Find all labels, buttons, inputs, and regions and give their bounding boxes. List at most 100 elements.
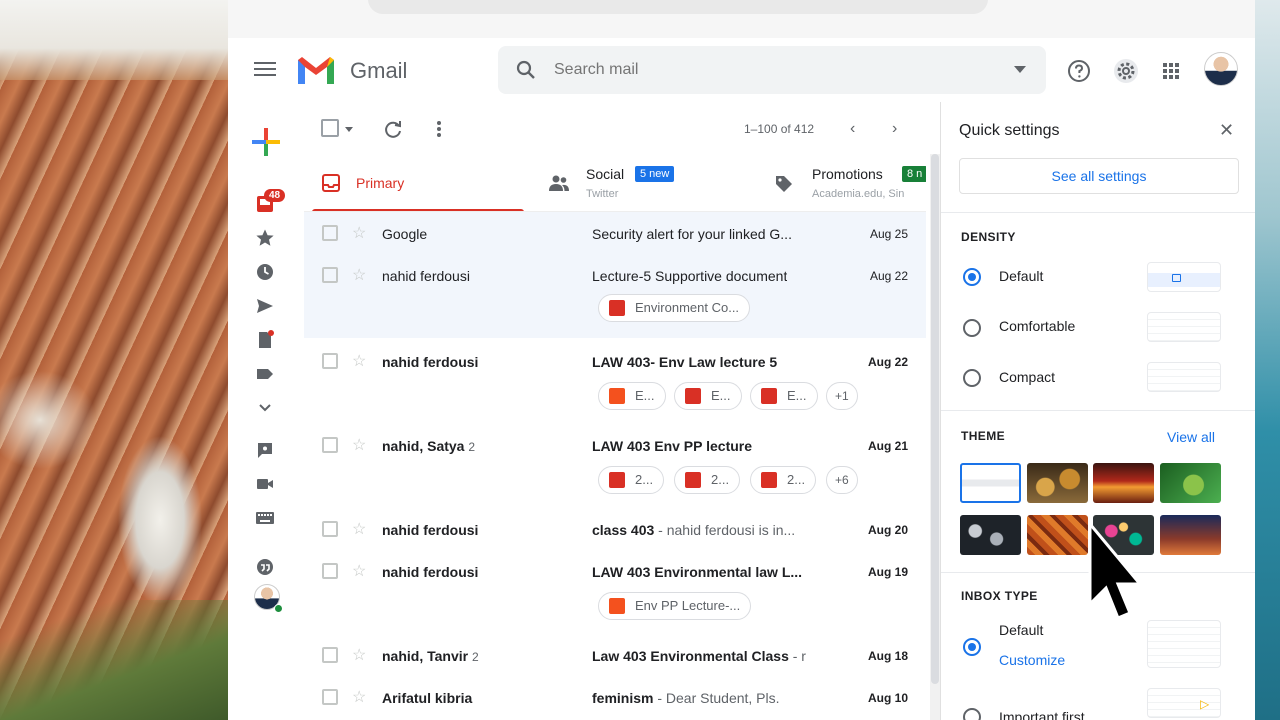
theme-autumn-thumb[interactable] [1027,515,1088,555]
inbox-default-label[interactable]: Default [999,622,1043,638]
row-checkbox[interactable] [322,689,338,705]
search-icon[interactable] [514,58,538,82]
see-all-settings-button[interactable]: See all settings [959,158,1239,194]
star-icon[interactable]: ☆ [352,351,366,371]
customize-link[interactable]: Customize [999,652,1065,668]
theme-landscape-thumb[interactable] [1160,515,1221,555]
refresh-icon[interactable] [382,118,404,140]
apps-icon[interactable] [1158,58,1184,84]
ppt-icon [609,598,625,614]
mail-row[interactable]: ☆ nahid ferdousi class 403 - nahid ferdo… [304,506,926,548]
chevron-right-icon[interactable]: › [892,120,897,138]
star-icon[interactable]: ☆ [352,645,366,665]
clock-icon[interactable] [255,262,275,282]
mail-row[interactable]: ☆ nahid, Tanvir 2 Law 403 Environmental … [304,632,926,674]
theme-spheres-thumb[interactable] [960,515,1021,555]
inbox-important-first-label[interactable]: Important first [999,709,1085,720]
row-checkbox[interactable] [322,353,338,369]
mail-row[interactable]: ☆ Arifatul kibria feminism - Dear Studen… [304,674,926,716]
star-icon[interactable]: ☆ [352,561,366,581]
chevron-left-icon[interactable]: ‹ [850,120,855,138]
star-icon[interactable]: ☆ [352,265,366,285]
doc-icon [1172,274,1181,282]
row-checkbox[interactable] [322,563,338,579]
attachment-chip[interactable]: E... [674,382,742,410]
label-icon[interactable] [255,364,275,384]
star-icon[interactable] [255,228,275,248]
mail-row[interactable]: ☆ nahid ferdousi LAW 403- Env Law lectur… [304,338,926,422]
settings-icon[interactable] [1113,58,1139,84]
keyboard-icon[interactable] [255,508,275,528]
more-attachments-chip[interactable]: +6 [826,466,858,494]
row-checkbox[interactable] [322,267,338,283]
attachment-chip[interactable]: Environment Co... [598,294,751,322]
inbox-important-first-preview[interactable]: ▷ [1147,688,1221,718]
mail-list-scrollbar[interactable] [930,154,940,720]
people-icon [549,175,569,191]
view-all-themes-link[interactable]: View all [1167,429,1215,445]
attachment-chip[interactable]: 2... [674,466,741,494]
send-icon[interactable] [255,296,275,316]
close-icon[interactable]: ✕ [1219,120,1234,141]
tab-promotions[interactable]: Promotions 8 n Academia.edu, Sin [760,154,926,211]
mail-row[interactable]: ☆ nahid, Satya 2 LAW 403 Env PP lecture … [304,422,926,506]
mail-row[interactable]: ☆ Google Security alert for your linked … [304,212,926,254]
density-comfortable-radio[interactable] [963,319,981,337]
attachment-chip[interactable]: 2... [750,466,817,494]
mail-sender: nahid, Satya 2 [382,438,475,454]
tab-primary[interactable]: Primary [304,154,532,211]
mail-sender: nahid, Tanvir 2 [382,648,479,664]
density-compact-label[interactable]: Compact [999,369,1055,385]
row-checkbox[interactable] [322,647,338,663]
theme-sunset-thumb[interactable] [1093,463,1154,503]
select-dropdown-chevron-icon[interactable] [344,124,354,134]
chat-icon[interactable] [255,440,275,460]
search-options-chevron-icon[interactable] [1014,66,1026,73]
select-all-checkbox[interactable] [321,119,339,137]
row-checkbox[interactable] [322,225,338,241]
account-avatar[interactable] [1204,52,1238,86]
density-comfortable-label[interactable]: Comfortable [999,318,1075,334]
theme-leaf-thumb[interactable] [1160,463,1221,503]
compose-plus-icon[interactable] [248,124,284,160]
density-default-preview[interactable] [1147,262,1221,292]
star-icon[interactable]: ☆ [352,519,366,539]
theme-default-thumb[interactable] [960,463,1021,503]
menu-icon[interactable] [252,58,278,82]
more-attachments-chip[interactable]: +1 [826,382,858,410]
pdf-icon [761,388,777,404]
divider [941,212,1255,213]
density-compact-preview[interactable] [1147,362,1221,392]
row-checkbox[interactable] [322,521,338,537]
hangouts-icon[interactable] [255,558,275,578]
search-bar[interactable] [498,46,1046,94]
density-compact-radio[interactable] [963,369,981,387]
star-icon[interactable]: ☆ [352,687,366,707]
pagination-text: 1–100 of 412 [744,122,815,136]
help-icon[interactable] [1066,58,1092,84]
search-input[interactable] [554,58,974,82]
density-default-label[interactable]: Default [999,268,1043,284]
chevron-down-icon[interactable] [255,398,275,418]
mail-row[interactable]: ☆ nahid ferdousi LAW 403 Environmental l… [304,548,926,632]
mail-row[interactable]: ☆ nahid ferdousi Lecture-5 Supportive do… [304,254,926,338]
star-icon[interactable]: ☆ [352,435,366,455]
more-vert-icon[interactable] [428,118,450,140]
attachment-chip[interactable]: E... [750,382,818,410]
attachment-chip[interactable]: Env PP Lecture-... [598,592,752,620]
inbox-important-first-radio[interactable] [963,708,981,720]
inbox-default-radio[interactable] [963,638,981,656]
inbox-default-preview[interactable] [1147,620,1221,668]
tab-social[interactable]: Social 5 new Twitter [532,154,760,211]
attachment-chip[interactable]: E... [598,382,666,410]
scrollbar-thumb[interactable] [931,154,939,684]
draft-icon[interactable] [255,330,275,350]
video-icon[interactable] [255,474,275,494]
row-checkbox[interactable] [322,437,338,453]
theme-chess-thumb[interactable] [1027,463,1088,503]
star-icon[interactable]: ☆ [352,223,366,243]
density-default-radio[interactable] [963,268,981,286]
density-comfortable-preview[interactable] [1147,312,1221,342]
gmail-logo [298,57,334,84]
attachment-chip[interactable]: 2... [598,466,665,494]
